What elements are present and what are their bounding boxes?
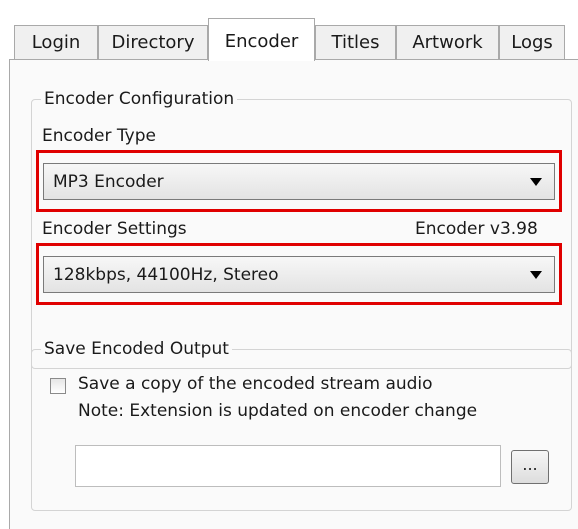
tab-login[interactable]: Login xyxy=(14,25,98,59)
tab-artwork[interactable]: Artwork xyxy=(396,25,499,59)
tab-titles[interactable]: Titles xyxy=(315,25,396,59)
encoder-settings-label: Encoder Settings xyxy=(42,219,187,239)
save-copy-label[interactable]: Save a copy of the encoded stream audio xyxy=(78,374,433,394)
tab-encoder[interactable]: Encoder xyxy=(208,18,315,61)
tab-bar: Login Directory Encoder Titles Artwork L… xyxy=(0,0,578,61)
encoder-settings-value: 128kbps, 44100Hz, Stereo xyxy=(53,264,279,285)
browse-button[interactable]: ... xyxy=(511,450,549,484)
encoder-type-dropdown[interactable]: MP3 Encoder xyxy=(43,163,555,200)
dropdown-arrow-icon xyxy=(530,177,542,186)
encoder-type-label: Encoder Type xyxy=(42,126,156,146)
encoder-configuration-title: Encoder Configuration xyxy=(41,87,238,111)
save-copy-checkbox[interactable] xyxy=(50,378,66,394)
output-path-input[interactable] xyxy=(75,445,501,487)
encoder-tab-panel: Encoder Configuration Encoder Type MP3 E… xyxy=(9,59,578,529)
extension-note: Note: Extension is updated on encoder ch… xyxy=(78,401,478,421)
save-encoded-output-title: Save Encoded Output xyxy=(41,337,232,361)
tab-directory[interactable]: Directory xyxy=(98,25,208,59)
encoder-settings-dropdown[interactable]: 128kbps, 44100Hz, Stereo xyxy=(43,256,555,293)
tab-logs[interactable]: Logs xyxy=(499,25,565,59)
encoder-type-value: MP3 Encoder xyxy=(53,171,164,192)
encoder-version: Encoder v3.98 xyxy=(415,219,538,239)
dropdown-arrow-icon xyxy=(530,270,542,279)
